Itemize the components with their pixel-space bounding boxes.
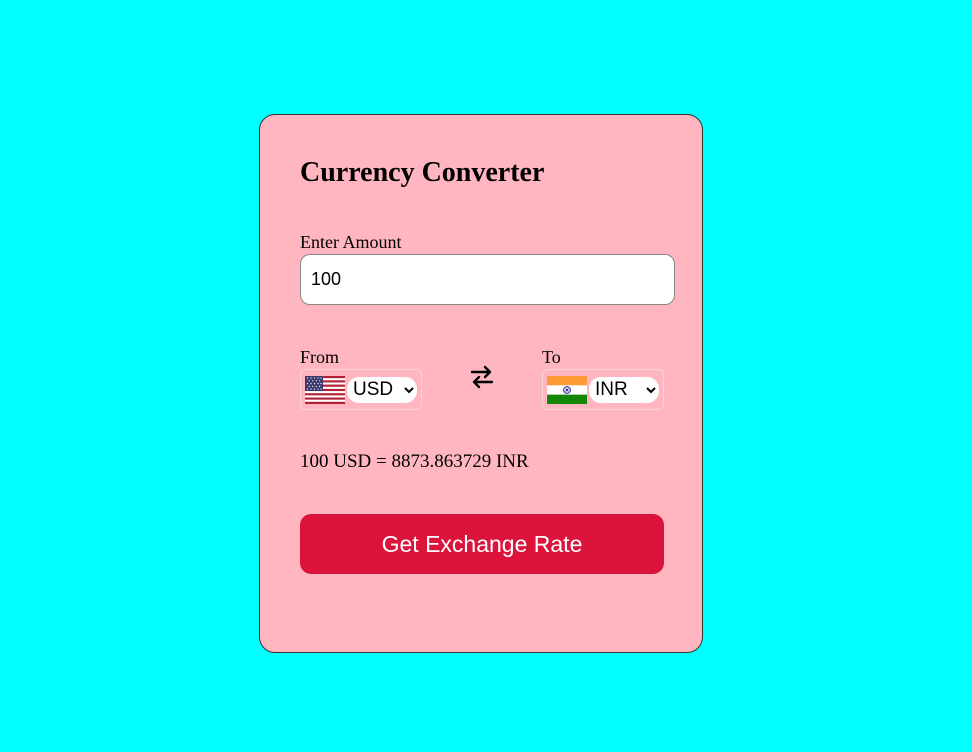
page-title: Currency Converter	[300, 157, 545, 188]
to-currency-container: INR	[542, 369, 664, 410]
from-currency-select[interactable]: USD	[347, 376, 417, 403]
get-exchange-rate-button[interactable]: Get Exchange Rate	[300, 514, 664, 574]
from-label: From	[300, 347, 340, 367]
amount-label: Enter Amount	[300, 232, 402, 252]
converter-card: Currency Converter Enter Amount From USD	[259, 114, 703, 653]
conversion-result: 100 USD = 8873.863729 INR	[300, 451, 529, 472]
us-flag-icon	[305, 375, 345, 404]
india-flag-icon	[547, 375, 587, 404]
amount-input[interactable]	[300, 254, 675, 305]
to-currency-select[interactable]: INR	[589, 376, 659, 403]
from-currency-container: USD	[300, 369, 422, 410]
to-label: To	[542, 347, 561, 367]
swap-arrows-icon[interactable]	[469, 364, 495, 390]
